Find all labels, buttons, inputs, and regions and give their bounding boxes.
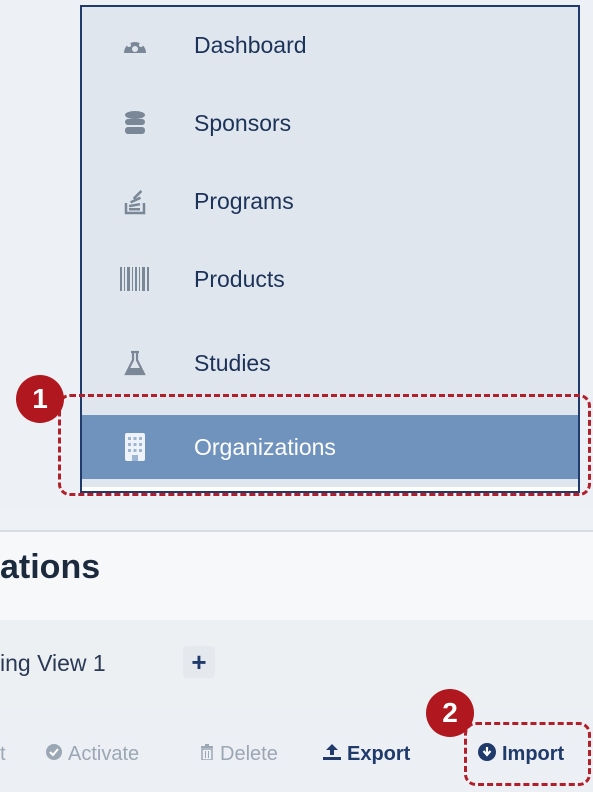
upload-icon (323, 744, 341, 765)
step-badge-1: 1 (16, 375, 64, 423)
menu-item-label: Dashboard (194, 31, 307, 58)
page-title: ations (0, 548, 101, 586)
menu-item-label: Studies (194, 349, 271, 376)
menu-item-label: Programs (194, 187, 294, 214)
activate-button[interactable]: Activate (46, 743, 139, 766)
activate-label: Activate (68, 743, 140, 765)
partial-action-label: t (0, 743, 6, 765)
delete-button[interactable]: Delete (200, 743, 278, 766)
menu-item-sponsors[interactable]: Sponsors (82, 93, 578, 153)
callout-box-organizations (58, 394, 591, 496)
menu-item-dashboard[interactable]: Dashboard (82, 15, 578, 75)
flask-icon (120, 348, 150, 378)
menu-item-label: Products (194, 265, 285, 292)
menu-item-products[interactable]: Products (82, 249, 578, 309)
dashboard-gauge-icon (120, 30, 150, 60)
database-icon (120, 108, 150, 138)
menu-item-programs[interactable]: Programs (82, 171, 578, 231)
view-tab[interactable]: ing View 1 (0, 650, 106, 677)
delete-label: Delete (220, 743, 278, 765)
export-label: Export (347, 743, 411, 765)
step-badge-2: 2 (426, 689, 474, 737)
partial-action-button[interactable]: t (0, 743, 6, 766)
stack-overflow-icon (120, 186, 150, 216)
check-circle-icon (46, 744, 62, 765)
trash-icon (200, 744, 214, 765)
callout-box-import (464, 722, 591, 786)
add-view-button[interactable]: + (183, 646, 215, 678)
export-button[interactable]: Export (323, 743, 410, 766)
menu-item-label: Sponsors (194, 109, 292, 136)
barcode-icon (120, 264, 150, 294)
menu-item-studies[interactable]: Studies (82, 333, 578, 393)
